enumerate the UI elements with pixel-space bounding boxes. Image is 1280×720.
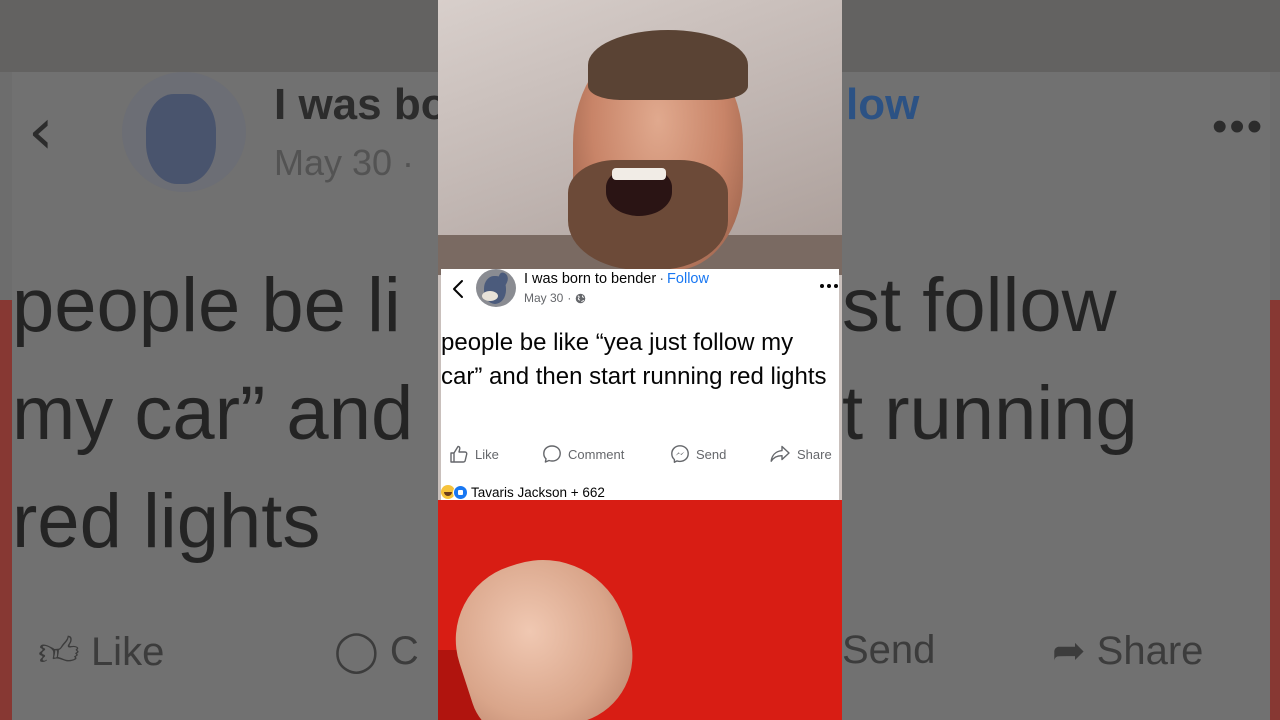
share-arrow-icon xyxy=(770,445,790,462)
post-meta: May 30 · xyxy=(524,290,586,306)
laughing-man-image xyxy=(438,0,842,275)
reactions-summary[interactable]: Tavaris Jackson + 662 xyxy=(441,483,605,501)
like-reaction-icon xyxy=(453,484,468,500)
post-actions: Like Comment Send Share xyxy=(441,441,839,467)
post-date[interactable]: May 30 xyxy=(524,290,563,306)
thumbs-up-icon xyxy=(450,445,468,463)
chevron-left-icon xyxy=(453,280,463,298)
share-label: Share xyxy=(797,446,832,462)
post-card: I was born to bender · Follow May 30 · peo… xyxy=(441,269,839,500)
author-name[interactable]: I was born to bender xyxy=(524,271,656,287)
send-button[interactable]: Send xyxy=(670,441,726,467)
like-label: Like xyxy=(475,446,499,462)
comment-icon xyxy=(543,445,561,463)
post-text: people be like “yea just follow my car” … xyxy=(441,329,827,390)
reactions-text: Tavaris Jackson + 662 xyxy=(471,484,605,500)
more-options-button[interactable] xyxy=(819,279,839,293)
comment-button[interactable]: Comment xyxy=(542,441,624,467)
comment-label: Comment xyxy=(568,446,625,462)
send-label: Send xyxy=(696,446,727,462)
author-avatar[interactable] xyxy=(476,269,516,307)
author-separator: · xyxy=(659,271,665,287)
author-line: I was born to bender · Follow xyxy=(524,270,709,288)
like-button[interactable]: Like xyxy=(449,441,499,467)
more-icon xyxy=(820,284,838,288)
messenger-icon xyxy=(671,445,689,463)
globe-icon xyxy=(576,293,586,303)
follow-link[interactable]: Follow xyxy=(667,271,709,287)
share-button[interactable]: Share xyxy=(769,441,832,467)
meta-separator: · xyxy=(567,291,572,305)
red-shirt-hand-image xyxy=(438,500,842,720)
back-button[interactable] xyxy=(447,277,469,301)
